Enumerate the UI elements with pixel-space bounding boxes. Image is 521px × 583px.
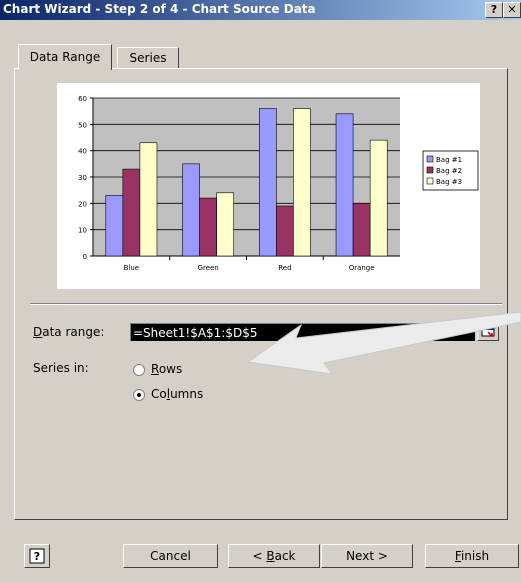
tab-data-range-label: Data Range [29, 50, 101, 64]
tab-data-range[interactable]: Data Range [18, 44, 112, 70]
pointer-arrow-overlay [246, 311, 521, 375]
callout-arrow [246, 311, 521, 375]
